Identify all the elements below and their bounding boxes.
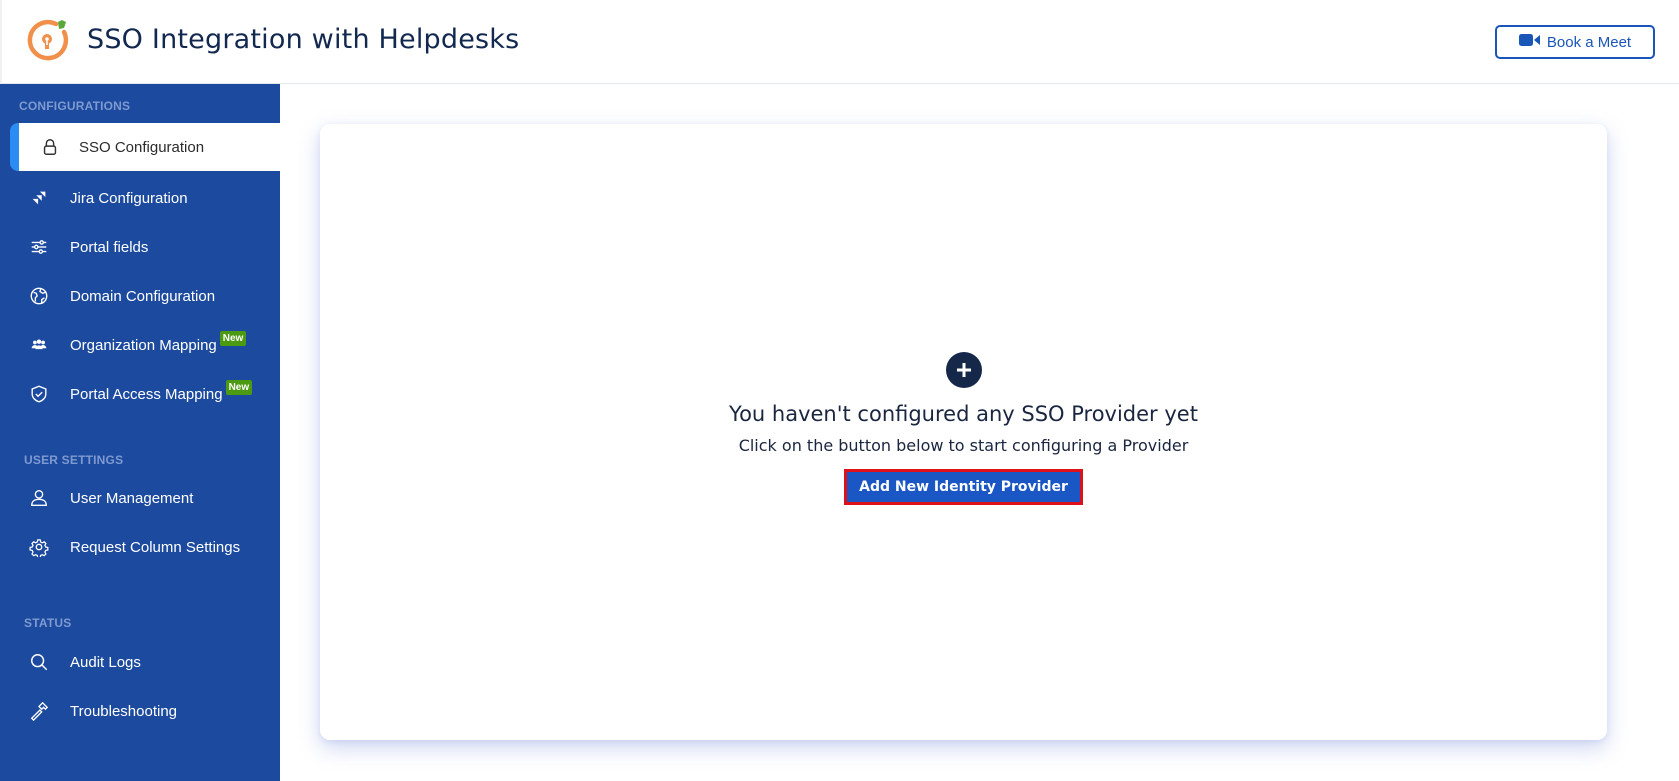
sidebar-item-sso-configuration[interactable]: SSO Configuration — [10, 123, 280, 171]
sidebar-item-portal-fields[interactable]: Portal fields — [0, 224, 280, 270]
jira-icon — [28, 187, 50, 209]
sidebar-item-label: SSO Configuration — [79, 138, 205, 156]
globe-icon — [28, 285, 50, 307]
sidebar-item-label: User Management — [70, 489, 194, 507]
section-label-configurations: CONFIGURATIONS — [19, 99, 131, 113]
hammer-icon — [28, 700, 50, 722]
sidebar-item-jira-configuration[interactable]: Jira Configuration — [0, 175, 280, 221]
users-icon — [28, 334, 50, 356]
plus-circle-icon[interactable] — [945, 352, 982, 388]
sidebar-item-troubleshooting[interactable]: Troubleshooting — [0, 688, 280, 734]
sidebar-item-label: Audit Logs — [70, 653, 141, 671]
app-title: SSO Integration with Helpdesks — [87, 24, 520, 55]
sidebar-item-label: Organization Mapping New — [70, 330, 247, 354]
book-a-meet-label: Book a Meet — [1546, 33, 1632, 51]
sidebar-item-text: Organization Mapping — [70, 336, 217, 354]
section-label-user-settings: USER SETTINGS — [24, 453, 124, 467]
sso-provider-card: You haven't configured any SSO Provider … — [320, 124, 1607, 740]
sidebar-item-domain-configuration[interactable]: Domain Configuration — [0, 273, 280, 319]
app-logo-icon — [26, 18, 70, 62]
sidebar-item-label: Portal fields — [70, 238, 149, 256]
book-a-meet-button[interactable]: Book a Meet — [1495, 25, 1655, 59]
sidebar: CONFIGURATIONS SSO Configuration Jira Co… — [0, 84, 280, 781]
sidebar-item-text: Portal Access Mapping — [70, 385, 223, 403]
sidebar-item-label: Portal Access Mapping New — [70, 379, 253, 403]
sliders-icon — [28, 236, 50, 258]
new-badge: New — [225, 379, 253, 395]
add-new-identity-provider-button[interactable]: Add New Identity Provider — [844, 469, 1083, 505]
sidebar-item-user-management[interactable]: User Management — [0, 475, 280, 521]
sidebar-item-label: Request Column Settings — [70, 538, 241, 556]
new-badge: New — [219, 330, 247, 346]
sidebar-item-label: Troubleshooting — [70, 702, 178, 720]
empty-state-subtitle: Click on the button below to start confi… — [738, 436, 1189, 455]
search-icon — [28, 651, 50, 673]
empty-state: You haven't configured any SSO Provider … — [320, 352, 1607, 505]
sidebar-item-portal-access-mapping[interactable]: Portal Access Mapping New — [0, 371, 280, 417]
sidebar-item-organization-mapping[interactable]: Organization Mapping New — [0, 322, 280, 368]
video-camera-icon — [1518, 33, 1541, 51]
app-header: SSO Integration with Helpdesks Book a Me… — [0, 0, 1679, 84]
section-label-status: STATUS — [24, 616, 72, 630]
sidebar-item-label: Jira Configuration — [70, 189, 188, 207]
sidebar-item-request-column-settings[interactable]: Request Column Settings — [0, 524, 280, 570]
gear-icon — [28, 536, 50, 558]
user-icon — [28, 487, 50, 509]
sidebar-item-audit-logs[interactable]: Audit Logs — [0, 639, 280, 685]
shield-check-icon — [28, 383, 50, 405]
empty-state-title: You haven't configured any SSO Provider … — [729, 402, 1198, 426]
lock-icon — [39, 136, 61, 158]
sidebar-item-label: Domain Configuration — [70, 287, 216, 305]
